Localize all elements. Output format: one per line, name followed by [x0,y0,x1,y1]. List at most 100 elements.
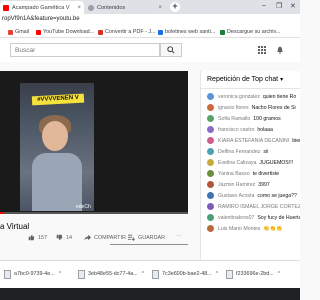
video-progress-bar[interactable] [0,212,188,214]
avatar[interactable] [207,126,214,133]
live-chat-panel: Repetición de Top chat ▾ veronica gonzale… [200,71,300,261]
chat-author[interactable]: Evelina Calizaya [218,160,256,166]
url-text[interactable]: ropVf9n1A&feature=youtu.be [2,16,80,22]
chat-message: Luis Mario Montes 👏👏👏 [201,223,300,234]
close-tab-icon[interactable]: × [77,5,81,11]
avatar[interactable] [207,203,214,210]
chat-text: Nacho Flores de Si [251,104,296,111]
close-window-icon[interactable]: ✕ [290,2,296,10]
bookmark-descargue[interactable]: Descargue su archiv... [220,29,280,35]
avatar[interactable] [207,115,214,122]
share-button[interactable]: COMPARTIR [84,234,126,241]
chevron-up-icon[interactable]: ^ [216,271,218,277]
chat-message: RAMIRO ISMAEL JORGE CORTEZpaso requete b… [201,201,300,212]
avatar[interactable] [207,225,214,232]
avatar[interactable] [207,148,214,155]
like-icon [28,234,35,241]
download-filename: 7c3e600b-bae2-48... [162,271,212,277]
file-icon [78,269,85,279]
download-item[interactable]: f233696e-2bd... ^ [226,267,280,281]
download-item[interactable]: 7c3e600b-bae2-48... ^ [152,267,218,281]
chevron-up-icon[interactable]: ^ [142,271,144,277]
youtube-favicon-icon [3,4,9,11]
bookmark-label: Gmail [15,29,30,35]
chevron-down-icon: ▾ [280,77,284,83]
youtube-icon [36,29,41,35]
chevron-up-icon[interactable]: ^ [59,271,61,277]
chat-author[interactable]: KIARA ESTEFANIA DECANINI [218,138,289,144]
chat-author[interactable]: francisco castro [218,127,254,133]
chat-message: Delfina Fernandez sii [201,146,300,157]
chat-message: Evelina Calizaya JUGUEMOS!!! [201,157,300,168]
dislike-button[interactable]: 14 [56,234,72,241]
video-progress-fill [0,212,4,214]
web-icon [158,29,163,35]
bookmark-label: Descargue su archiv... [227,29,281,35]
more-actions-icon[interactable]: ⋯ [176,234,181,240]
page-favicon-icon [88,4,94,11]
save-icon [128,234,135,241]
download-item[interactable]: a7bc0-9739-4e... ^ [4,267,61,281]
avatar[interactable] [207,93,214,100]
bell-icon[interactable] [276,46,284,54]
avatar[interactable] [207,159,214,166]
chat-text: 100 gramos [253,115,281,122]
avatar[interactable] [207,104,214,111]
tab-acampado[interactable]: Acampado Gamêtica V × [0,1,84,14]
chat-author[interactable]: valentinakros07 [218,215,254,221]
video-title: a Virtual [0,222,30,231]
chat-author[interactable]: Gustavo Acosta [218,193,254,199]
search-icon [167,46,175,54]
bookmark-youtube-download[interactable]: YouTube Download... [36,29,94,35]
bookmark-label: boletines web santi... [165,29,216,35]
avatar[interactable] [207,214,214,221]
chevron-up-icon[interactable]: ^ [278,271,280,277]
video-player[interactable]: #VVVVENEN V edeCh [0,71,188,214]
chat-author[interactable]: Yanina Basso [218,171,250,177]
chat-author[interactable]: Jazmin Ramirez [218,182,255,188]
file-icon [226,269,233,279]
chat-text: 3997 [258,181,270,188]
tab-contenidos[interactable]: Contenidos × [85,1,165,14]
chat-message: ignacio flores Nacho Flores de Si [201,102,300,113]
download-item[interactable]: 3eb48e55-dc77-4a... ^ [78,267,144,281]
dislike-count: 14 [66,234,72,241]
avatar[interactable] [207,137,214,144]
chat-author[interactable]: RAMIRO ISMAEL JORGE CORTEZ [218,204,300,210]
address-bar[interactable]: ropVf9n1A&feature=youtu.be [0,14,300,26]
chat-author[interactable]: veronica gonzalez [218,94,260,100]
bookmark-convertir-pdf[interactable]: Convertir a PDF - J... [98,29,156,35]
share-icon [84,234,91,241]
search-button[interactable] [160,43,182,57]
maximize-icon[interactable]: ❐ [276,2,282,10]
video-watermark: edeCh [76,204,91,210]
minimize-icon[interactable]: – [262,2,266,9]
gmail-icon [8,29,13,35]
download-icon [220,29,225,35]
bookmark-boletines[interactable]: boletines web santi... [158,29,215,35]
avatar[interactable] [207,192,214,199]
new-tab-button[interactable]: + [170,2,180,12]
search-input[interactable]: Buscar [10,43,160,57]
bookmark-gmail[interactable]: Gmail [8,29,29,35]
like-button[interactable]: 157 [28,234,47,241]
pdf-icon [98,29,103,35]
apps-icon[interactable] [258,46,266,54]
chat-author[interactable]: Luis Mario Montes [218,226,260,232]
child-face-shape [42,121,68,151]
avatar[interactable] [207,181,214,188]
save-button[interactable]: GUARDAR [128,234,165,241]
chat-text: bien [292,137,300,144]
chat-header[interactable]: Repetición de Top chat ▾ [201,71,300,89]
chat-author[interactable]: Delfina Fernandez [218,149,260,155]
chat-author[interactable]: Sofia Ramallo [218,116,250,122]
chat-author[interactable]: ignacio flores [218,105,249,111]
chat-text: Soy fucy de Huerta [257,214,300,221]
close-tab-icon[interactable]: × [158,5,162,11]
child-body-shape [32,153,82,211]
avatar[interactable] [207,170,214,177]
video-frame: #VVVVENEN V [20,83,94,211]
tab-label: Acampado Gamêtica V [12,4,70,11]
download-filename: a7bc0-9739-4e... [14,271,55,277]
chat-header-title: Repetición de Top chat [207,76,279,83]
